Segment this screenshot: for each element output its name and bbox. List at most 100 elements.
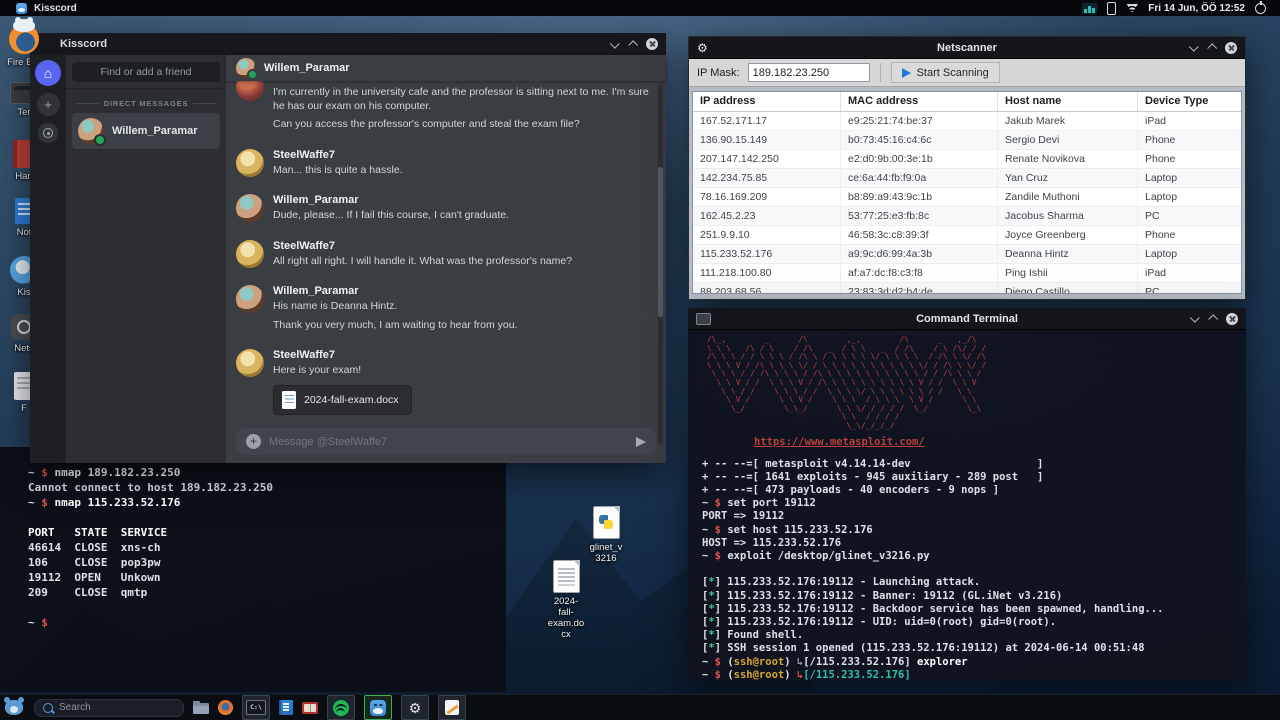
table-row[interactable]: 207.147.142.250 e2:d0:9b:00:3e:1b Renate N… <box>693 150 1241 169</box>
table-row[interactable]: 142.234.75.85 ce:6a:44:fb:f9:0a Yan Cruz La… <box>693 169 1241 188</box>
terminal-line: + -- --=[ metasploit v4.14.14-dev ] <box>702 458 1246 471</box>
kisscord-titlebar[interactable]: Kisscord <box>30 33 666 55</box>
power-icon[interactable] <box>1255 2 1266 14</box>
terminal-line: ~ $ (ssh@root) ↳[/115.233.52.176] explor… <box>702 656 1246 669</box>
netscanner-titlebar[interactable]: Netscanner <box>689 37 1245 59</box>
clock[interactable]: Fri 14 Jun, ÖÖ 12:52 <box>1148 3 1245 14</box>
desktop-file-label: 2024-fall-exam.docx <box>547 596 585 640</box>
table-row[interactable]: 167.52.171.17 e9:25:21:74:be:37 Jakub Mare… <box>693 112 1241 131</box>
online-status-icon <box>247 69 258 80</box>
taskbar-app-bluebook[interactable] <box>279 700 293 715</box>
terminal-output: + -- --=[ metasploit v4.14.14-dev ] + -- … <box>702 458 1246 681</box>
terminal-text-segment: ] 115.233.52.176:19112 - UID: uid=0(root… <box>714 615 1057 628</box>
terminal-text-segment: [/115.233.52.176] <box>803 668 911 681</box>
app-launcher-icon[interactable] <box>4 697 23 715</box>
dm-username: Willem_Paramar <box>112 125 198 137</box>
phone-icon[interactable] <box>1107 1 1117 15</box>
friend-search-input[interactable]: Find or add a friend <box>72 62 220 82</box>
background-terminal-window[interactable]: ~ $ nmap 189.182.23.250 Cannot connect to… <box>0 447 506 692</box>
table-cell: Jakub Marek <box>998 112 1138 130</box>
taskbar-app-globe[interactable] <box>218 700 233 715</box>
kisscord-icon <box>370 699 386 716</box>
table-row[interactable]: 162.45.2.23 53:77:25:e3:fb:8c Jacobus Shar… <box>693 207 1241 226</box>
table-cell: 88.203.68.56 <box>693 283 841 293</box>
terminal-text-segment: ssh@root <box>733 655 785 668</box>
terminal-line: ~ $ exploit /desktop/glinet_v3216.py <box>702 550 1246 563</box>
chat-header: Willem_Paramar <box>226 55 666 81</box>
terminal-text-segment: 19112 OPEN Unkown <box>28 571 161 584</box>
close-icon[interactable] <box>1226 312 1238 325</box>
term-icon <box>246 700 266 715</box>
maximize-icon[interactable] <box>628 39 639 50</box>
terminal-text-segment: exploit /desktop/glinet_v3216.py <box>727 549 930 562</box>
terminal-line: + -- --=[ 1641 exploits - 945 auxiliary … <box>702 471 1246 484</box>
home-button[interactable] <box>35 60 61 86</box>
gear-icon <box>697 42 708 54</box>
minimize-icon[interactable] <box>1189 312 1200 323</box>
chat-scrollbar[interactable] <box>658 167 663 317</box>
table-cell: iPad <box>1145 267 1167 279</box>
terminal-body[interactable]: /\_, _ /\ ,_, /\ _ ,_/\ \ \ \ /\ / \ / /… <box>688 330 1246 681</box>
table-row[interactable]: 111.218.100.80 af:a7:dc:f8:c3:f8 Ping Ishi… <box>693 264 1241 283</box>
search-icon <box>43 702 53 713</box>
message-list[interactable]: I'm currently in the university cafe and… <box>226 81 666 426</box>
chat-panel: Willem_Paramar I'm currently in the univ… <box>226 55 666 463</box>
desktop-file-word-document[interactable]: 2024-fall-exam.docx <box>534 560 598 640</box>
netscanner-toolbar: IP Mask: Start Scanning <box>689 59 1245 87</box>
message-text: I'm currently in the university cafe and… <box>273 86 649 112</box>
taskbar-app-kisscord[interactable] <box>364 695 392 720</box>
table-cell: Deanna Hintz <box>998 245 1138 263</box>
table-row[interactable]: 78.16.169.209 b8:89:a9:43:9c:1b Zandile Mu… <box>693 188 1241 207</box>
table-cell: 115.233.52.176 <box>693 245 841 263</box>
minimize-icon[interactable] <box>609 38 620 49</box>
dm-conversation-item[interactable]: Willem_Paramar <box>72 113 220 149</box>
terminal-line: [*] 115.233.52.176:19112 - UID: uid=0(ro… <box>702 616 1246 629</box>
add-server-button[interactable] <box>36 93 60 116</box>
send-icon[interactable] <box>636 436 646 447</box>
terminal-line: ~ $ set host 115.233.52.176 <box>702 524 1246 537</box>
table-cell: 23:83:3d:d2:b4:de <box>841 283 998 293</box>
taskbar-app-spotify[interactable] <box>327 695 355 720</box>
terminal-text-segment: ] 115.233.52.176:19112 - Launching attac… <box>714 576 981 589</box>
message-input[interactable]: Message @SteelWaffe7 <box>236 428 656 455</box>
taskbar-app-term[interactable] <box>242 695 270 720</box>
message-author: SteelWaffe7 <box>273 239 335 252</box>
table-cell: ce:6a:44:fb:f9:0a <box>841 169 998 187</box>
column-header: IP address <box>693 92 841 111</box>
table-row[interactable]: 136.90.15.149 b0:73:45:16:c4:6c Sergio Dev… <box>693 131 1241 150</box>
taskbar-app-notes[interactable] <box>438 695 466 720</box>
active-app-indicator[interactable]: Kisscord <box>0 2 77 14</box>
terminal-line: PORT => 19112 <box>702 510 1246 523</box>
terminal-titlebar[interactable]: Command Terminal <box>688 308 1246 330</box>
taskbar-apps <box>193 695 466 720</box>
maximize-icon[interactable] <box>1207 43 1218 54</box>
table-cell: Phone <box>1145 229 1176 241</box>
wifi-icon[interactable] <box>1126 3 1139 13</box>
python-logo-icon <box>598 515 613 529</box>
start-scanning-button[interactable]: Start Scanning <box>890 62 1000 83</box>
desktop-file-python-script[interactable]: glinet_v3216 <box>574 506 638 564</box>
table-row[interactable]: 115.233.52.176 a9:9c:d6:99:4a:3b Deanna Hi… <box>693 245 1241 264</box>
table-cell: Laptop <box>1145 191 1178 203</box>
terminal-text-segment: ] Found shell. <box>714 629 804 642</box>
table-row[interactable]: 88.203.68.56 23:83:3d:d2:b4:de Diego Casti… <box>693 283 1241 293</box>
table-row[interactable]: 251.9.9.10 46:58:3c:c8:39:3f Joyce Greenbe… <box>693 226 1241 245</box>
terminal-text-segment: + -- --=[ 1641 exploits - 945 auxiliary … <box>702 470 1044 483</box>
close-icon[interactable] <box>1225 41 1237 54</box>
netscanner-window: Netscanner IP Mask: Start Scanning IP ad… <box>688 36 1246 300</box>
minimize-icon[interactable] <box>1188 41 1199 52</box>
table-cell: Sergio Devi <box>998 131 1138 149</box>
ip-mask-input[interactable] <box>747 63 870 82</box>
taskbar-search-input[interactable]: Search <box>34 698 184 717</box>
taskbar-app-redbook[interactable] <box>302 701 318 714</box>
system-monitor-icon[interactable] <box>1082 2 1098 14</box>
attach-file-icon[interactable] <box>246 434 261 449</box>
taskbar-app-gear[interactable] <box>401 695 429 720</box>
explore-button[interactable] <box>38 123 58 143</box>
close-icon[interactable] <box>646 38 658 50</box>
attachment-card[interactable]: 2024-fall-exam.docx <box>273 384 412 415</box>
terminal-line: + -- --=[ 473 payloads - 40 encoders - 9… <box>702 484 1246 497</box>
maximize-icon[interactable] <box>1208 314 1219 325</box>
taskbar-app-folder[interactable] <box>193 700 209 714</box>
ip-mask-label: IP Mask: <box>697 66 740 79</box>
